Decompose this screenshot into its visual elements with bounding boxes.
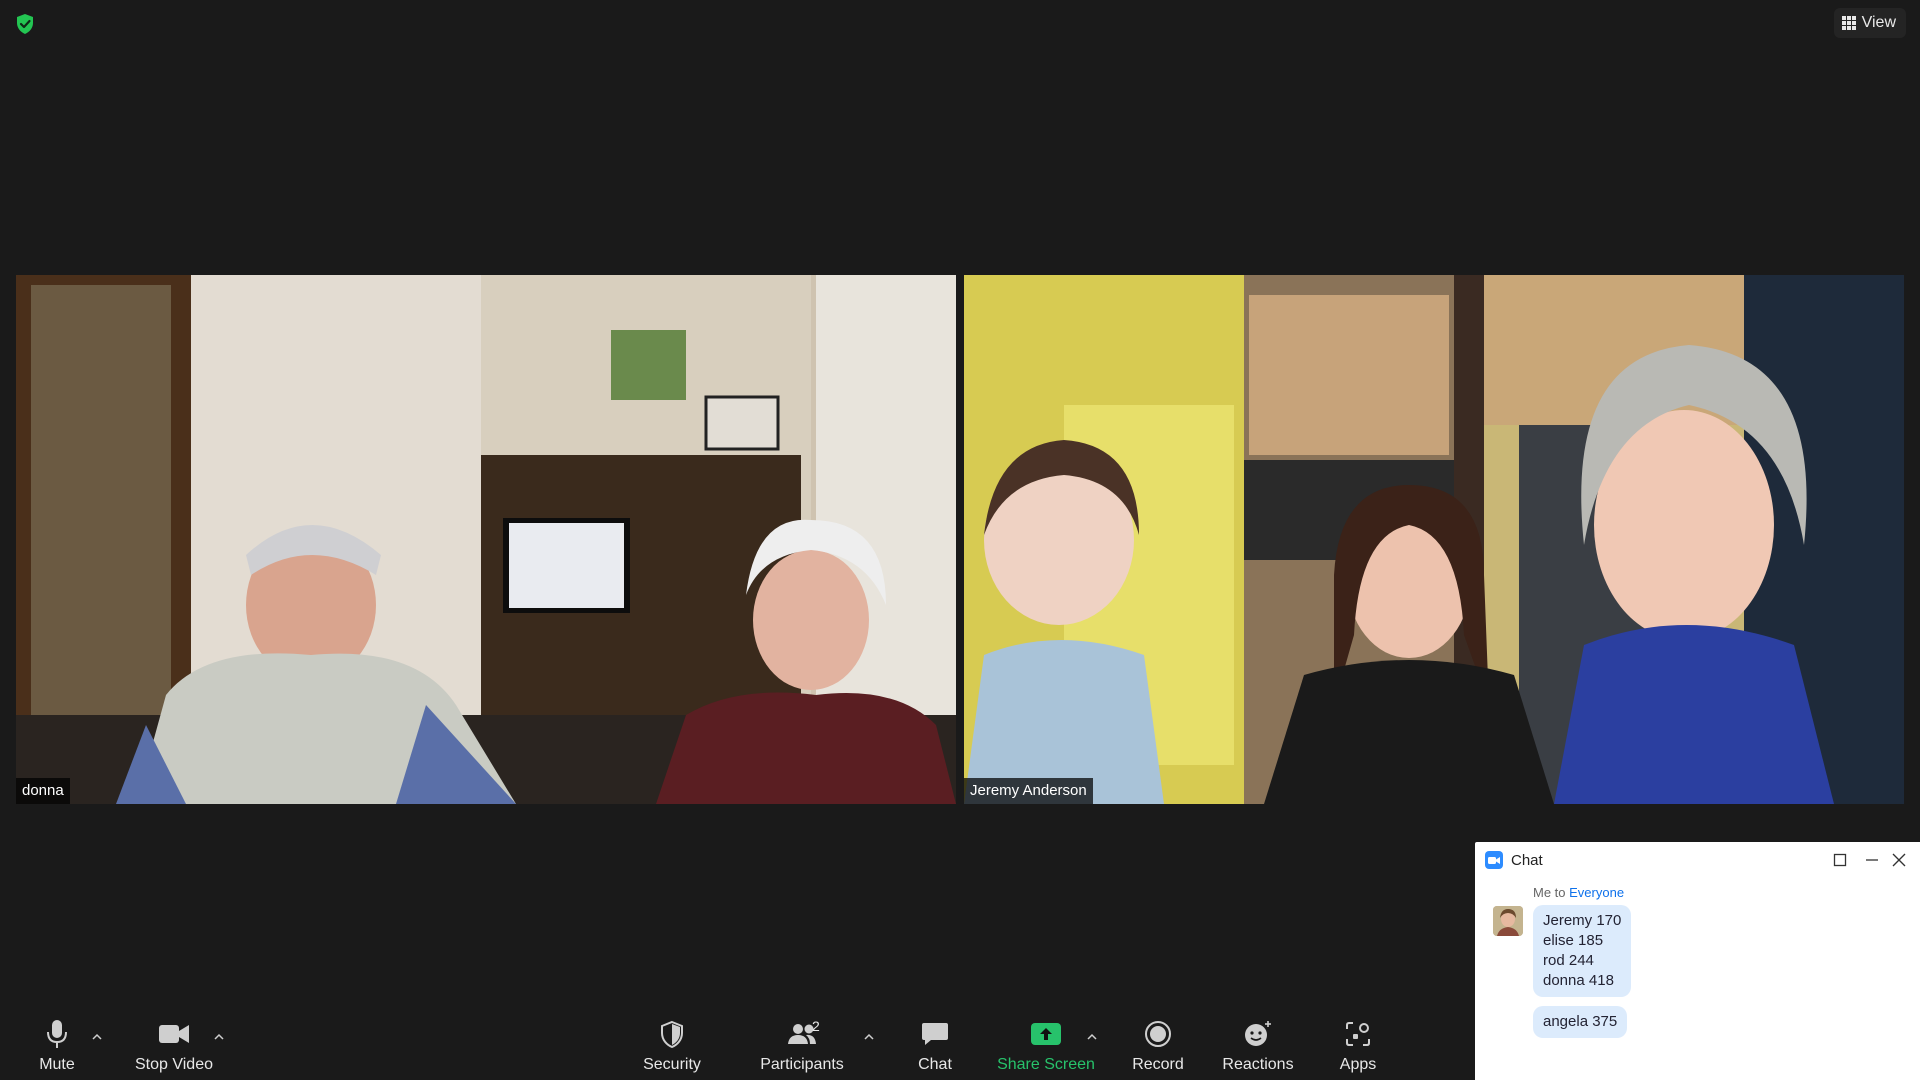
chat-panel: Chat Me to Everyone Jeremy 170 elise 185… — [1475, 842, 1920, 1080]
stop-video-label: Stop Video — [135, 1056, 213, 1073]
chat-recipient-line: Me to Everyone — [1533, 885, 1624, 900]
reactions-label: Reactions — [1222, 1056, 1294, 1073]
reactions-button[interactable]: Reactions — [1222, 1016, 1294, 1080]
chat-label: Chat — [918, 1056, 952, 1073]
share-screen-label: Share Screen — [997, 1056, 1095, 1073]
apps-icon — [1345, 1016, 1371, 1052]
view-label: View — [1861, 14, 1896, 31]
chat-message-line: elise 185 — [1543, 932, 1604, 949]
share-screen-button[interactable]: Share Screen — [997, 1016, 1095, 1080]
participants-button[interactable]: 2 Participants — [760, 1016, 844, 1080]
video-tile-donna[interactable]: donna — [16, 275, 956, 804]
chat-header: Chat — [1475, 842, 1920, 878]
share-screen-arrow-icon — [1031, 1016, 1061, 1052]
record-label: Record — [1132, 1056, 1184, 1073]
security-shield-icon — [660, 1016, 684, 1052]
video-feed — [964, 275, 1904, 804]
chat-message[interactable]: Jeremy 170 elise 185 rod 244 donna 418 — [1533, 905, 1632, 997]
chat-recipient-everyone[interactable]: Everyone — [1569, 885, 1624, 900]
minimize-icon[interactable] — [1860, 848, 1884, 872]
participant-name-tag: donna — [16, 778, 70, 804]
smiley-plus-icon — [1243, 1016, 1273, 1052]
mute-button[interactable]: Mute — [30, 1016, 84, 1080]
video-options-chevron-up-icon[interactable] — [211, 1028, 227, 1044]
maximize-icon[interactable] — [1828, 848, 1852, 872]
chat-bubble-icon — [921, 1016, 949, 1052]
shield-check-icon[interactable] — [15, 13, 35, 35]
close-icon[interactable] — [1887, 848, 1911, 872]
chat-message-line: angela 375 — [1543, 1013, 1618, 1030]
record-icon — [1144, 1016, 1172, 1052]
audio-options-chevron-up-icon[interactable] — [89, 1028, 105, 1044]
chat-message-line: donna 418 — [1543, 972, 1614, 989]
participants-options-chevron-up-icon[interactable] — [861, 1028, 877, 1044]
chat-from: Me to — [1533, 885, 1570, 900]
participant-name-tag: Jeremy Anderson — [964, 778, 1093, 804]
record-button[interactable]: Record — [1130, 1016, 1186, 1080]
share-options-chevron-up-icon[interactable] — [1084, 1028, 1100, 1044]
zoom-meeting-window: View donna Jeremy Anderson Chat Me to Ev… — [0, 0, 1920, 1080]
security-label: Security — [643, 1056, 701, 1073]
security-button[interactable]: Security — [640, 1016, 704, 1080]
grid-icon — [1841, 16, 1856, 30]
video-tile-jeremy-anderson[interactable]: Jeremy Anderson — [964, 275, 1904, 804]
stop-video-button[interactable]: Stop Video — [134, 1016, 214, 1080]
video-feed — [16, 275, 956, 804]
participants-icon: 2 — [772, 1016, 832, 1052]
apps-label: Apps — [1339, 1056, 1377, 1073]
participants-label: Participants — [760, 1056, 844, 1073]
chat-message-line: rod 244 — [1543, 952, 1594, 969]
microphone-icon — [46, 1016, 68, 1052]
participants-count: 2 — [812, 1018, 820, 1034]
chat-title: Chat — [1511, 851, 1543, 869]
view-button[interactable]: View — [1833, 8, 1906, 38]
chat-message-line: Jeremy 170 — [1543, 912, 1622, 929]
mute-label: Mute — [39, 1056, 75, 1073]
zoom-logo-icon — [1485, 851, 1503, 869]
chat-message[interactable]: angela 375 — [1533, 1006, 1628, 1038]
avatar — [1493, 906, 1523, 936]
chat-button[interactable]: Chat — [910, 1016, 960, 1080]
apps-button[interactable]: Apps — [1334, 1016, 1382, 1080]
video-camera-icon — [158, 1016, 190, 1052]
